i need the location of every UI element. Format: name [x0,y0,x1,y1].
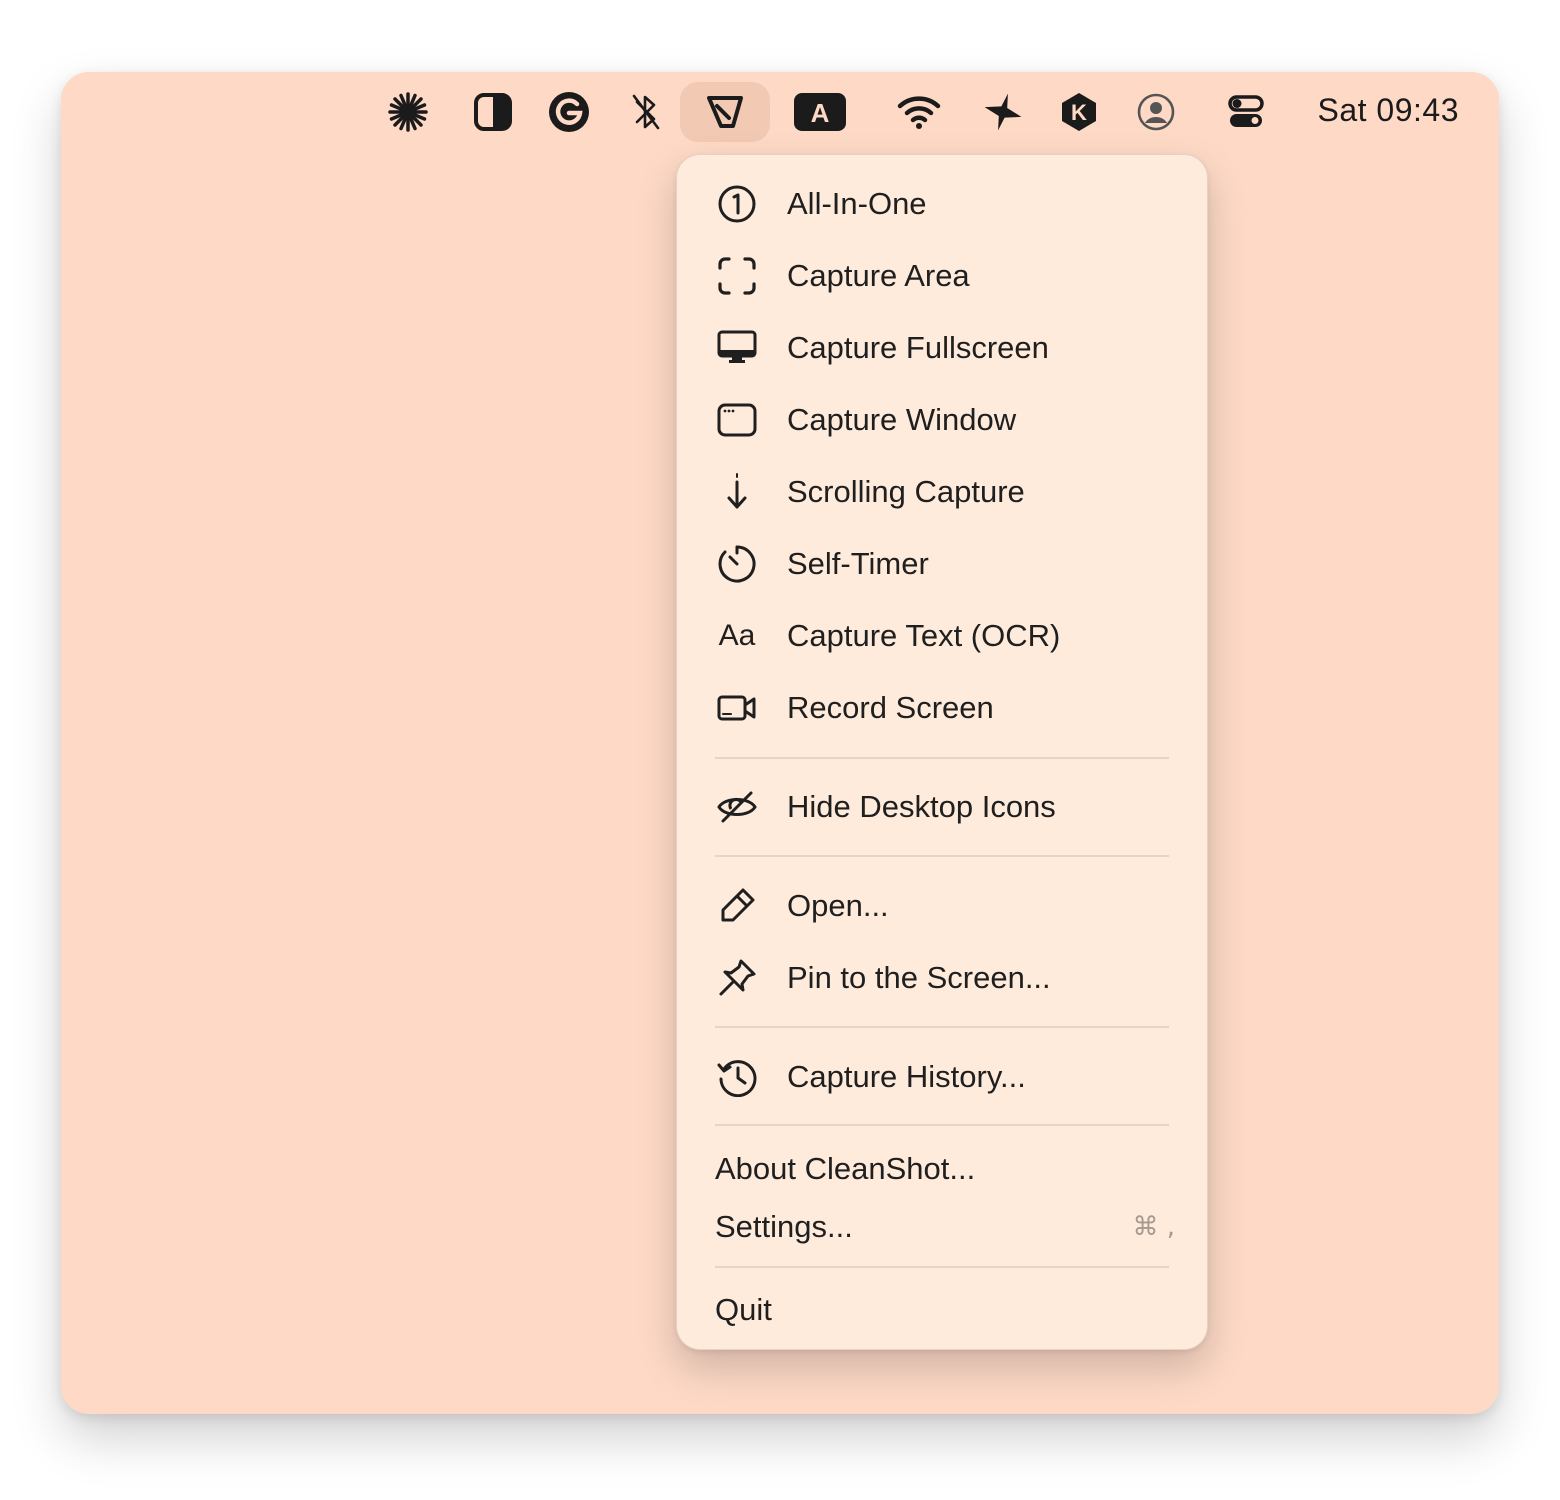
menu-separator [715,855,1169,857]
grammarly-icon[interactable] [547,92,591,132]
menu-item-label: Scrolling Capture [787,474,1025,509]
menu-separator [715,757,1169,759]
menu-item-label: Capture Area [787,258,970,293]
menu-item-capture-window[interactable]: Capture Window [715,394,1175,446]
menu-item-hide-desktop-icons[interactable]: Hide Desktop Icons [715,781,1175,833]
menu-item-settings[interactable]: Settings... ⌘ , [715,1201,1175,1253]
timer-icon [715,542,759,586]
keyboard-input-a-icon[interactable]: A [793,92,847,132]
menu-separator [715,1266,1169,1268]
menu-item-capture-history[interactable]: Capture History... [715,1051,1175,1103]
arrow-down-icon [715,470,759,514]
asterisk-icon[interactable] [386,92,430,132]
menubar-clock[interactable]: Sat 09:43 [1318,92,1460,129]
contrast-icon[interactable] [471,92,515,132]
menu-item-label: Open... [787,888,889,923]
cleanshot-dropdown-menu: All-In-One Capture Area Capture Fullscre… [676,154,1208,1350]
menu-item-scrolling-capture[interactable]: Scrolling Capture [715,466,1175,518]
svg-text:K: K [1071,100,1087,125]
menu-item-label: Settings... [715,1209,853,1244]
menu-item-about-cleanshot[interactable]: About CleanShot... [715,1143,1175,1195]
eye-slash-icon [715,785,759,829]
capture-area-icon [715,254,759,298]
airplane-icon[interactable] [981,92,1025,132]
svg-text:A: A [811,98,830,128]
menu-item-label: Capture Fullscreen [787,330,1049,365]
menu-item-label: Hide Desktop Icons [787,789,1056,824]
wifi-icon[interactable] [897,92,941,132]
menu-item-capture-fullscreen[interactable]: Capture Fullscreen [715,322,1175,374]
menu-item-label: Capture History... [787,1059,1026,1094]
text-aa-icon: Aa [718,619,756,652]
menu-item-quit[interactable]: Quit [715,1284,1175,1336]
menu-separator [715,1026,1169,1028]
menu-separator [715,1124,1169,1126]
menu-item-label: Capture Text (OCR) [787,618,1061,653]
bluetooth-icon[interactable] [624,92,668,132]
menu-item-label: All-In-One [787,186,927,221]
menu-item-label: Self-Timer [787,546,929,581]
display-icon [715,326,759,370]
menu-item-all-in-one[interactable]: All-In-One [715,178,1175,230]
pencil-icon [715,884,759,928]
control-center-icon[interactable] [1224,92,1268,132]
pin-icon [715,956,759,1000]
cleanshot-icon[interactable] [680,82,770,142]
k-app-icon[interactable]: K [1057,92,1101,132]
menu-item-pin-to-screen[interactable]: Pin to the Screen... [715,952,1175,1004]
menu-item-self-timer[interactable]: Self-Timer [715,538,1175,590]
video-camera-icon [715,686,759,730]
menu-item-open[interactable]: Open... [715,880,1175,932]
menu-item-capture-text-ocr[interactable]: Aa Capture Text (OCR) [715,610,1175,662]
menu-item-label: Pin to the Screen... [787,960,1051,995]
menu-item-capture-area[interactable]: Capture Area [715,250,1175,302]
menu-item-label: Quit [715,1292,772,1327]
history-icon [715,1055,759,1099]
menu-item-record-screen[interactable]: Record Screen [715,682,1175,734]
menu-item-label: Record Screen [787,690,994,725]
menu-item-label: Capture Window [787,402,1017,437]
desktop-window: A K Sat 09:43 All-In-One Capture Area Ca… [61,72,1499,1414]
user-account-icon[interactable] [1134,92,1178,132]
menu-item-label: About CleanShot... [715,1151,976,1186]
menu-bar: A K Sat 09:43 [61,72,1499,152]
one-circle-icon [715,182,759,226]
settings-shortcut: ⌘ , [1132,1212,1175,1242]
window-icon [715,398,759,442]
